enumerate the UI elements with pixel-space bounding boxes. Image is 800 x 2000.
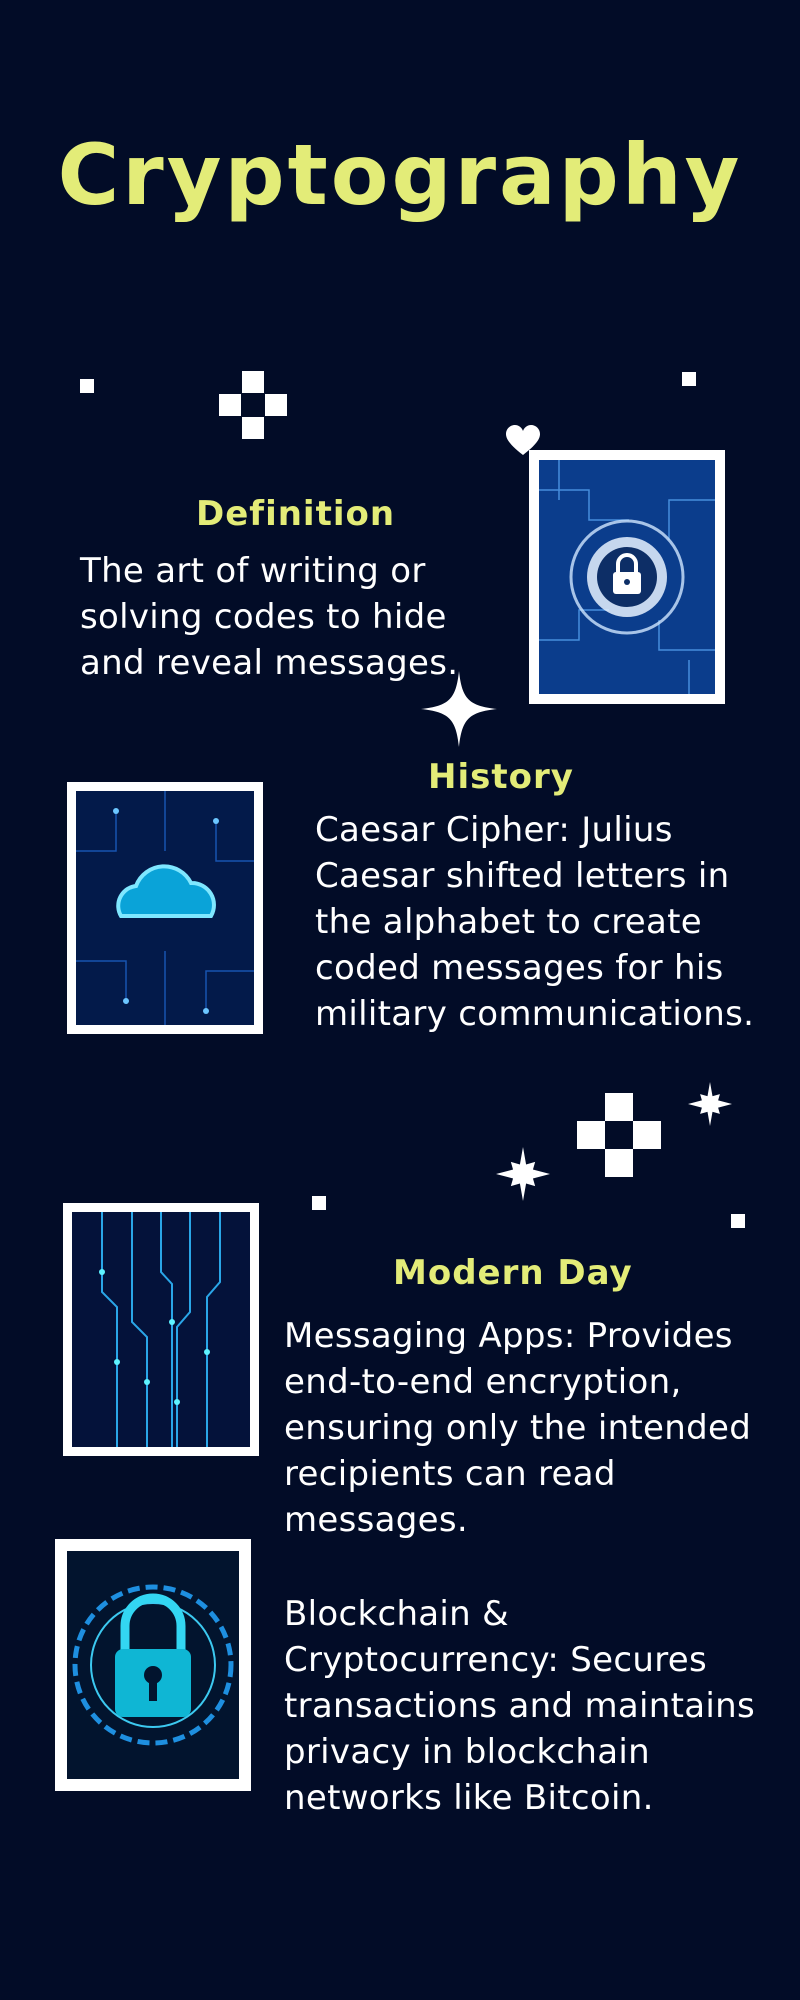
small-square-decoration — [80, 379, 94, 393]
small-square-decoration — [731, 1214, 745, 1228]
history-heading: History — [428, 757, 574, 797]
definition-text: The art of writing or solving codes to h… — [80, 551, 459, 683]
small-square-decoration — [312, 1196, 326, 1210]
modern-day-heading: Modern Day — [393, 1253, 633, 1293]
sparkle-star-icon — [496, 1147, 550, 1201]
messaging-apps-text: Messaging Apps: Provides end-to-end encr… — [284, 1316, 752, 1540]
padlock-circuit-image — [529, 450, 725, 704]
blockchain-text: Blockchain & Cryptocurrency: Secures tra… — [284, 1594, 755, 1818]
definition-heading: Definition — [196, 494, 396, 534]
checker-cross-icon — [577, 1093, 661, 1177]
checker-cross-icon — [219, 371, 287, 439]
page-title: Cryptography — [57, 126, 743, 224]
sparkle-star-icon — [688, 1082, 732, 1126]
digital-lock-image — [55, 1539, 251, 1791]
circuit-lines-image — [63, 1203, 259, 1456]
small-square-decoration — [682, 372, 696, 386]
cloud-network-image — [67, 782, 263, 1034]
history-text: Caesar Cipher: Julius Caesar shifted let… — [315, 810, 755, 1034]
